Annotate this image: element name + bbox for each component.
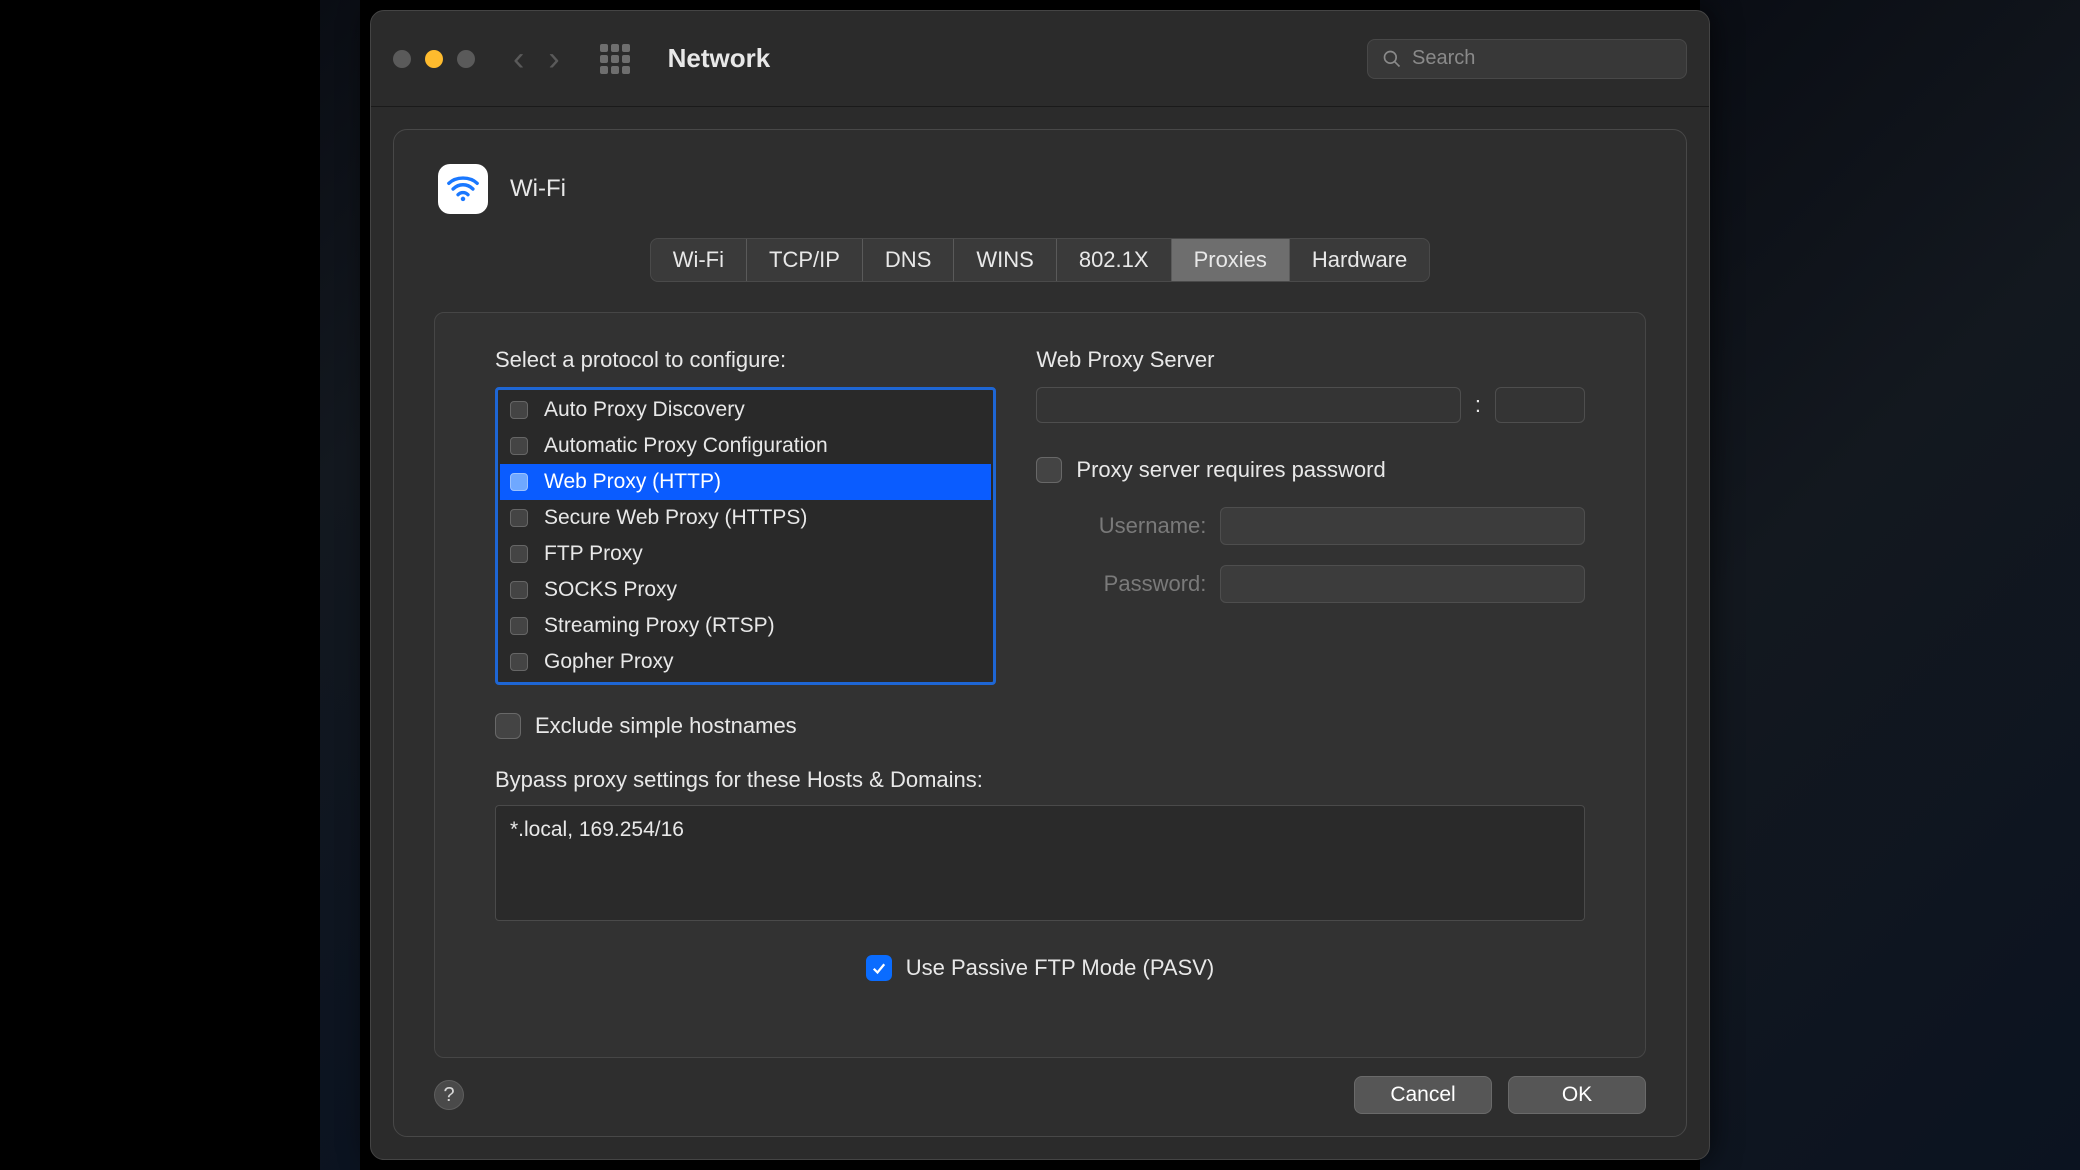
search-icon	[1382, 49, 1402, 69]
requires-password-checkbox[interactable]	[1036, 457, 1062, 483]
protocol-label: FTP Proxy	[544, 542, 643, 566]
protocol-section-label: Select a protocol to configure:	[495, 347, 996, 373]
protocol-item[interactable]: SOCKS Proxy	[500, 572, 991, 608]
protocol-checkbox[interactable]	[510, 437, 528, 455]
protocol-label: Automatic Proxy Configuration	[544, 434, 828, 458]
wifi-icon	[438, 164, 488, 214]
proxies-pane: Select a protocol to configure: Auto Pro…	[434, 312, 1646, 1058]
tab-dns[interactable]: DNS	[863, 239, 954, 281]
protocol-item[interactable]: Gopher Proxy	[500, 644, 991, 680]
close-window-button[interactable]	[393, 50, 411, 68]
protocol-label: Secure Web Proxy (HTTPS)	[544, 506, 807, 530]
tab-wi-fi[interactable]: Wi-Fi	[651, 239, 747, 281]
interface-header: Wi-Fi	[438, 164, 1646, 214]
passive-ftp-row[interactable]: Use Passive FTP Mode (PASV)	[866, 955, 1215, 981]
protocol-list[interactable]: Auto Proxy Discovery Automatic Proxy Conf…	[495, 387, 996, 685]
tab-tcp-ip[interactable]: TCP/IP	[747, 239, 863, 281]
passive-ftp-checkbox[interactable]	[866, 955, 892, 981]
protocol-label: SOCKS Proxy	[544, 578, 677, 602]
sheet-footer: ? Cancel OK	[434, 1076, 1646, 1114]
minimize-window-button[interactable]	[425, 50, 443, 68]
password-label: Password:	[1076, 571, 1206, 597]
protocol-label: Gopher Proxy	[544, 650, 674, 674]
nav-arrows: ‹ ›	[513, 42, 560, 76]
tab-802-1x[interactable]: 802.1X	[1057, 239, 1172, 281]
protocol-checkbox[interactable]	[510, 581, 528, 599]
exclude-simple-row[interactable]: Exclude simple hostnames	[495, 713, 996, 739]
username-label: Username:	[1076, 513, 1206, 539]
forward-button[interactable]: ›	[548, 42, 559, 76]
show-all-icon[interactable]	[600, 44, 630, 74]
passive-ftp-label: Use Passive FTP Mode (PASV)	[906, 955, 1215, 981]
protocol-label: Auto Proxy Discovery	[544, 398, 745, 422]
cancel-button[interactable]: Cancel	[1354, 1076, 1492, 1114]
help-button[interactable]: ?	[434, 1080, 464, 1110]
ok-button[interactable]: OK	[1508, 1076, 1646, 1114]
protocol-checkbox[interactable]	[510, 473, 528, 491]
desktop-background-right	[1700, 0, 2080, 1170]
search-field[interactable]: Search	[1367, 39, 1687, 79]
protocol-item[interactable]: Secure Web Proxy (HTTPS)	[500, 500, 991, 536]
window-controls	[393, 50, 475, 68]
tab-wins[interactable]: WINS	[954, 239, 1056, 281]
network-preferences-window: ‹ › Network Search	[370, 10, 1710, 1160]
proxy-host-input[interactable]	[1036, 387, 1460, 423]
protocol-checkbox[interactable]	[510, 401, 528, 419]
window-title: Network	[668, 43, 771, 74]
protocol-checkbox[interactable]	[510, 509, 528, 527]
protocol-checkbox[interactable]	[510, 617, 528, 635]
exclude-simple-label: Exclude simple hostnames	[535, 713, 797, 739]
back-button[interactable]: ‹	[513, 42, 524, 76]
host-port-separator: :	[1475, 392, 1481, 418]
bypass-label: Bypass proxy settings for these Hosts & …	[495, 767, 1585, 793]
protocol-item[interactable]: Automatic Proxy Configuration	[500, 428, 991, 464]
protocol-item[interactable]: Streaming Proxy (RTSP)	[500, 608, 991, 644]
window-titlebar: ‹ › Network Search	[371, 11, 1709, 107]
protocol-item[interactable]: FTP Proxy	[500, 536, 991, 572]
proxies-sheet: Wi-Fi Wi-FiTCP/IPDNSWINS802.1XProxiesHar…	[393, 129, 1687, 1137]
protocol-item[interactable]: Web Proxy (HTTP)	[500, 464, 991, 500]
proxy-server-label: Web Proxy Server	[1036, 347, 1585, 373]
search-placeholder: Search	[1412, 47, 1475, 70]
protocol-checkbox[interactable]	[510, 545, 528, 563]
requires-password-row[interactable]: Proxy server requires password	[1036, 457, 1585, 483]
protocol-checkbox[interactable]	[510, 653, 528, 671]
tab-proxies[interactable]: Proxies	[1172, 239, 1290, 281]
desktop-background-left	[320, 0, 360, 1170]
protocol-label: Streaming Proxy (RTSP)	[544, 614, 775, 638]
bypass-hosts-textarea[interactable]	[495, 805, 1585, 921]
protocol-label: Web Proxy (HTTP)	[544, 470, 721, 494]
protocol-item[interactable]: Auto Proxy Discovery	[500, 392, 991, 428]
username-input[interactable]	[1220, 507, 1585, 545]
requires-password-label: Proxy server requires password	[1076, 457, 1385, 483]
proxy-port-input[interactable]	[1495, 387, 1585, 423]
zoom-window-button[interactable]	[457, 50, 475, 68]
exclude-simple-checkbox[interactable]	[495, 713, 521, 739]
tab-hardware[interactable]: Hardware	[1290, 239, 1429, 281]
password-input[interactable]	[1220, 565, 1585, 603]
tab-row: Wi-FiTCP/IPDNSWINS802.1XProxiesHardware	[650, 238, 1431, 282]
interface-name: Wi-Fi	[510, 175, 566, 203]
